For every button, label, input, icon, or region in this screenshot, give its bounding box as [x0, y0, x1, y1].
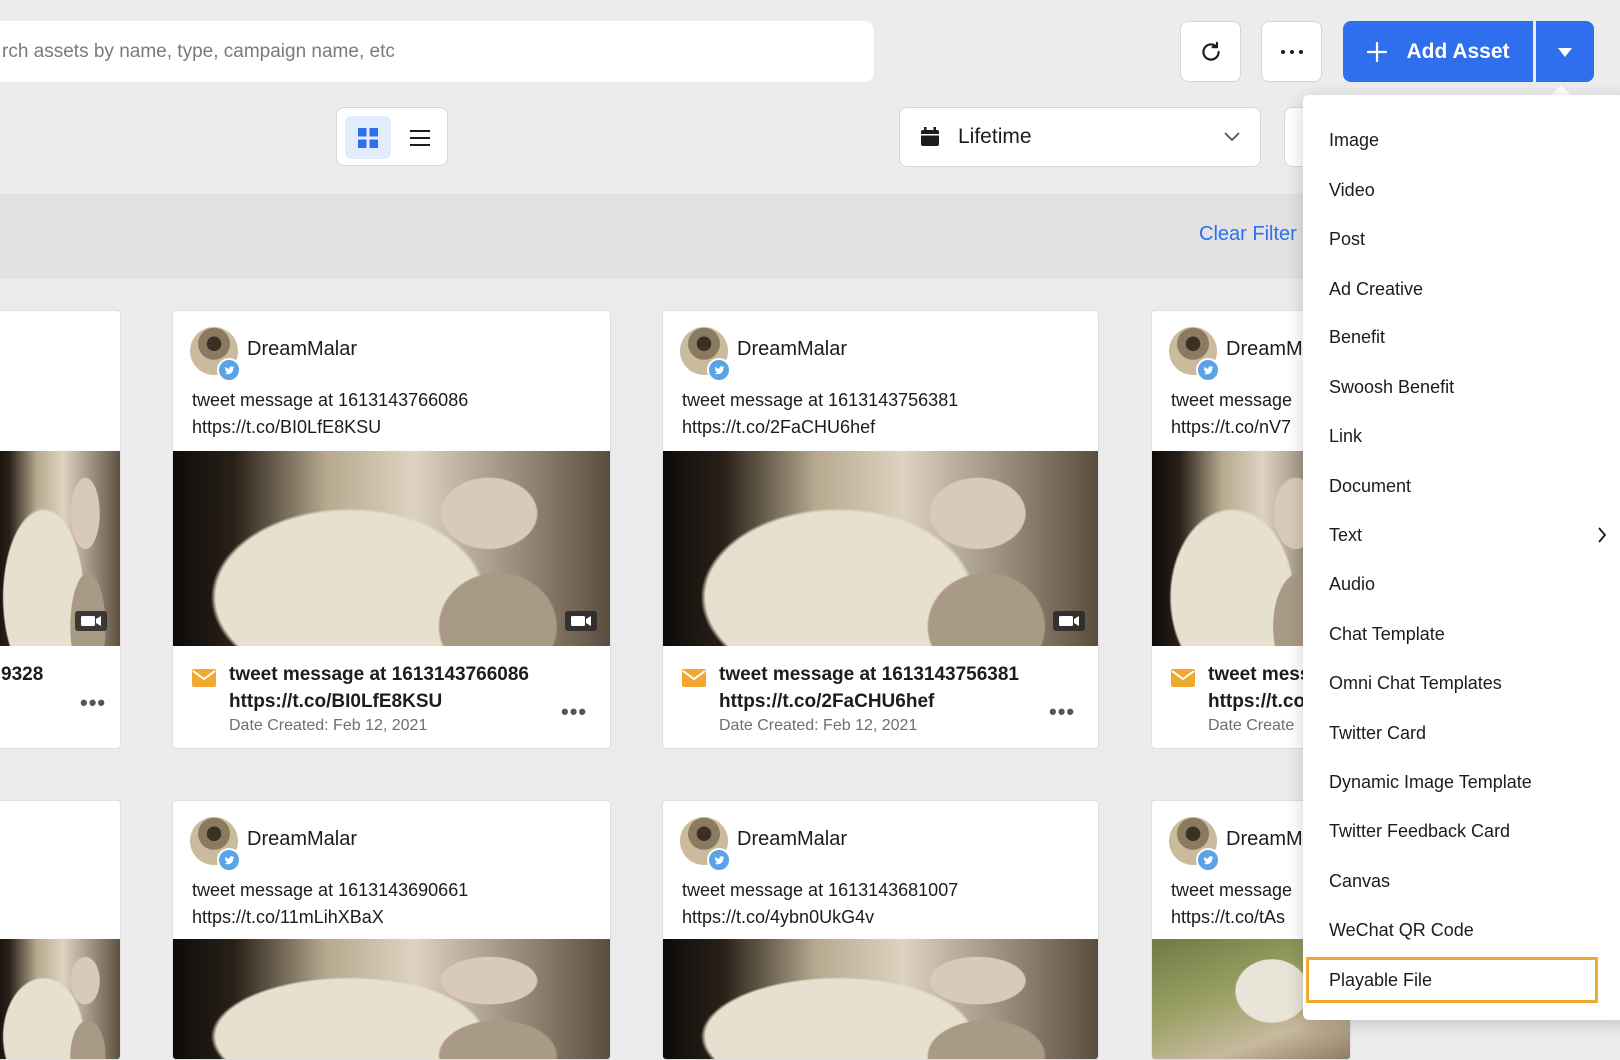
asset-card[interactable]: DreamMalar tweet message at 161314375638… — [662, 310, 1099, 749]
asset-card[interactable]: 9328 ••• — [0, 310, 121, 749]
menu-item-dynamic-image-template[interactable]: Dynamic Image Template — [1303, 759, 1599, 805]
plus-icon — [1367, 41, 1388, 62]
menu-item-ad-creative[interactable]: Ad Creative — [1303, 266, 1599, 312]
card-message: tweet message at 1613143756381 https://t.… — [682, 390, 959, 437]
more-options-button[interactable] — [1261, 21, 1322, 82]
card-menu-icon[interactable]: ••• — [80, 690, 106, 716]
menu-item-playable-file[interactable]: Playable File — [1306, 957, 1598, 1003]
card-footer-title: tweet mess https://t.co — [1208, 664, 1311, 712]
list-view-button[interactable] — [397, 116, 443, 159]
video-thumbnail — [173, 939, 610, 1059]
menu-item-canvas[interactable]: Canvas — [1303, 858, 1599, 904]
card-message: tweet message https://t.co/tAs — [1171, 880, 1293, 927]
add-asset-menu: Image Video Post Ad Creative Benefit Swo… — [1303, 95, 1620, 1020]
card-message: tweet message at 1613143681007 https://t.… — [682, 880, 959, 927]
menu-item-twitter-card[interactable]: Twitter Card — [1303, 710, 1599, 756]
menu-item-audio[interactable]: Audio — [1303, 561, 1599, 607]
date-range-select[interactable]: Lifetime — [899, 107, 1261, 167]
video-thumbnail — [0, 939, 120, 1059]
refresh-icon — [1201, 41, 1220, 61]
card-message: tweet message at 1613143690661 https://t.… — [192, 880, 469, 927]
twitter-icon — [1196, 848, 1220, 872]
card-message: tweet message at 1613143766086 https://t.… — [192, 390, 469, 437]
twitter-icon — [1196, 358, 1220, 382]
grid-icon — [358, 127, 378, 148]
menu-item-text-label: Text — [1329, 524, 1363, 545]
clear-filter-link[interactable]: Clear Filter — [1199, 223, 1297, 246]
date-range-value: Lifetime — [958, 125, 1032, 148]
video-thumbnail — [173, 451, 610, 646]
menu-item-video[interactable]: Video — [1303, 167, 1599, 213]
card-footer-title: tweet message at 1613143756381 https://t.… — [719, 664, 1020, 712]
twitter-icon — [707, 848, 731, 872]
asset-card[interactable]: DreamMalar tweet message at 161314376608… — [172, 310, 611, 749]
card-date: Date Create — [1208, 717, 1295, 734]
video-icon — [1053, 611, 1085, 631]
video-thumbnail — [663, 451, 1098, 646]
card-author: DreamM — [1226, 828, 1303, 850]
message-type-icon — [682, 669, 706, 687]
asset-card[interactable] — [0, 800, 121, 1060]
menu-item-chat-template[interactable]: Chat Template — [1303, 611, 1599, 657]
menu-item-link[interactable]: Link — [1303, 413, 1599, 459]
view-toggle — [336, 107, 448, 166]
menu-item-post[interactable]: Post — [1303, 216, 1599, 262]
grid-view-button[interactable] — [345, 116, 391, 159]
menu-item-swoosh-benefit[interactable]: Swoosh Benefit — [1303, 364, 1599, 410]
card-author: DreamMalar — [737, 338, 848, 360]
card-menu-icon[interactable]: ••• — [561, 699, 587, 725]
card-message: tweet message https://t.co/nV7 — [1171, 390, 1293, 437]
list-icon — [410, 129, 430, 146]
add-asset-dropdown-button[interactable] — [1536, 21, 1594, 82]
video-icon — [565, 611, 597, 631]
asset-card[interactable]: DreamMalar tweet message at 161314369066… — [172, 800, 611, 1060]
menu-item-image[interactable]: Image — [1303, 117, 1599, 163]
video-thumbnail — [663, 939, 1098, 1059]
card-author: DreamM — [1226, 338, 1303, 360]
add-asset-label: Add Asset — [1406, 39, 1510, 63]
card-author: DreamMalar — [247, 338, 358, 360]
video-icon — [75, 611, 107, 631]
card-menu-icon[interactable]: ••• — [1049, 699, 1075, 725]
card-author: DreamMalar — [737, 828, 848, 850]
twitter-icon — [217, 848, 241, 872]
card-date: Date Created: Feb 12, 2021 — [229, 717, 428, 734]
menu-item-text[interactable]: Text — [1303, 512, 1599, 558]
search-input[interactable] — [0, 39, 874, 64]
twitter-icon — [217, 358, 241, 382]
card-footer-title: 9328 — [1, 664, 44, 685]
refresh-button[interactable] — [1180, 21, 1241, 82]
card-author: DreamMalar — [247, 828, 358, 850]
calendar-icon — [921, 127, 939, 146]
menu-item-document[interactable]: Document — [1303, 463, 1599, 509]
chevron-down-icon — [1224, 132, 1240, 142]
card-date: Date Created: Feb 12, 2021 — [719, 717, 918, 734]
menu-item-benefit[interactable]: Benefit — [1303, 314, 1599, 360]
more-horizontal-icon — [1280, 49, 1303, 54]
caret-down-icon — [1558, 47, 1572, 57]
menu-item-wechat-qr-code[interactable]: WeChat QR Code — [1303, 907, 1599, 953]
search-bar[interactable] — [0, 21, 874, 82]
add-asset-button[interactable]: Add Asset — [1343, 21, 1533, 82]
twitter-icon — [707, 358, 731, 382]
menu-item-omni-chat-templates[interactable]: Omni Chat Templates — [1303, 660, 1599, 706]
message-type-icon — [1171, 669, 1195, 687]
card-footer-title: tweet message at 1613143766086 https://t.… — [229, 664, 530, 712]
asset-card[interactable]: DreamMalar tweet message at 161314368100… — [662, 800, 1099, 1060]
message-type-icon — [192, 669, 216, 687]
chevron-right-icon — [1598, 527, 1607, 543]
menu-item-twitter-feedback-card[interactable]: Twitter Feedback Card — [1303, 808, 1599, 854]
